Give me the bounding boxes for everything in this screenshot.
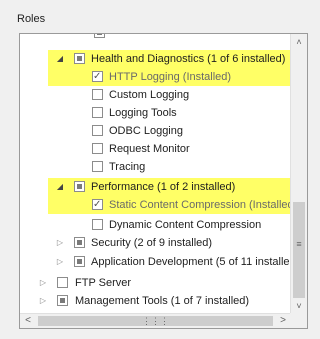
checkbox-performance[interactable] — [74, 181, 85, 192]
checkbox-health-diagnostics[interactable] — [74, 53, 85, 64]
label-management-tools: Management Tools (1 of 7 installed) — [75, 295, 250, 307]
checkbox-clipped — [94, 34, 105, 38]
checkbox-ftp-server[interactable] — [57, 277, 68, 288]
roles-tree-view[interactable]: ◢ Health and Diagnostics (1 of 6 install… — [19, 33, 308, 329]
checkbox-tracing[interactable] — [92, 161, 103, 172]
checkbox-custom-logging[interactable] — [92, 89, 103, 100]
vertical-scroll-thumb[interactable]: ≡ — [293, 202, 305, 298]
expander-closed-icon[interactable]: ▷ — [56, 258, 64, 266]
label-dynamic-content-compression: Dynamic Content Compression — [109, 219, 262, 231]
expander-closed-icon[interactable]: ▷ — [56, 239, 64, 247]
checkbox-request-monitor[interactable] — [92, 143, 103, 154]
expander-open-icon[interactable]: ◢ — [56, 183, 64, 191]
checkbox-management-tools[interactable] — [57, 295, 68, 306]
scroll-right-icon[interactable]: > — [275, 314, 291, 328]
scroll-up-icon[interactable]: ˄ — [291, 34, 307, 50]
label-request-monitor: Request Monitor — [109, 143, 190, 155]
checkbox-dynamic-content-compression[interactable] — [92, 219, 103, 230]
tree-viewport: ◢ Health and Diagnostics (1 of 6 install… — [20, 34, 291, 314]
checkbox-http-logging[interactable] — [92, 68, 103, 86]
scroll-down-icon[interactable]: ˅ — [291, 298, 307, 314]
tree-item-clipped — [20, 34, 291, 42]
checkbox-odbc-logging[interactable] — [92, 125, 103, 136]
grip-icon: ⋮⋮⋮ — [142, 316, 169, 326]
label-ftp-server: FTP Server — [75, 277, 132, 289]
checkbox-logging-tools[interactable] — [92, 107, 103, 118]
grip-icon: ≡ — [296, 239, 302, 249]
label-static-content-compression: Static Content Compression (Installed) — [109, 199, 291, 211]
label-application-development: Application Development (5 of 11 install… — [91, 256, 291, 268]
expander-closed-icon[interactable]: ▷ — [39, 297, 47, 305]
vertical-scrollbar[interactable]: ˄ ≡ ˅ — [290, 34, 307, 314]
label-custom-logging: Custom Logging — [109, 89, 190, 101]
label-tracing: Tracing — [109, 161, 146, 173]
roles-heading: Roles — [17, 13, 46, 25]
horizontal-scroll-thumb[interactable]: ⋮⋮⋮ — [38, 316, 273, 326]
expander-closed-icon[interactable]: ▷ — [39, 279, 47, 287]
scrollbar-corner — [290, 313, 307, 328]
expander-open-icon[interactable]: ◢ — [56, 55, 64, 63]
label-health-diagnostics: Health and Diagnostics (1 of 6 installed… — [91, 53, 286, 65]
checkbox-static-content-compression[interactable] — [92, 196, 103, 214]
horizontal-scrollbar[interactable]: < ⋮⋮⋮ > — [20, 313, 291, 328]
checkbox-application-development[interactable] — [74, 256, 85, 267]
label-http-logging: HTTP Logging (Installed) — [109, 71, 232, 83]
scroll-left-icon[interactable]: < — [20, 314, 36, 328]
label-performance: Performance (1 of 2 installed) — [91, 181, 236, 193]
label-logging-tools: Logging Tools — [109, 107, 177, 119]
label-security: Security (2 of 9 installed) — [91, 237, 213, 249]
label-odbc-logging: ODBC Logging — [109, 125, 183, 137]
checkbox-security[interactable] — [74, 237, 85, 248]
